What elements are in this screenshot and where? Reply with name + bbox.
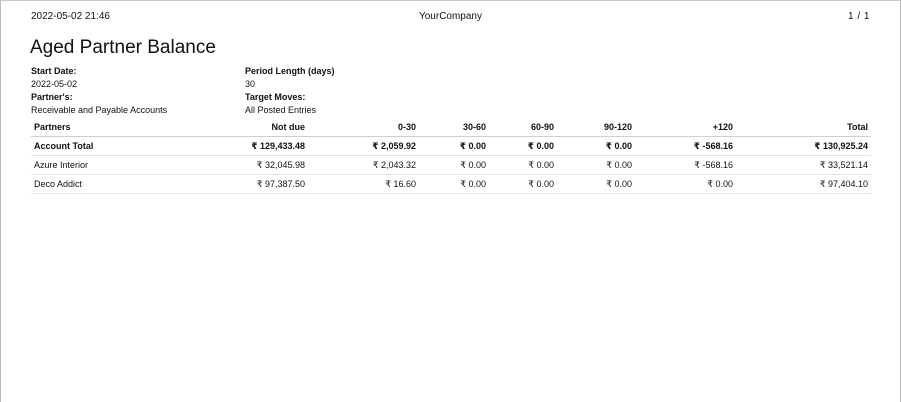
partner-name: Deco Addict [31, 174, 161, 194]
period-length-label: Period Length (days) [245, 66, 335, 76]
start-date-label: Start Date: [31, 66, 77, 76]
filters-left-column: Start Date: 2022-05-02 Partner's: Receiv… [31, 65, 167, 117]
column-header-partners: Partners [31, 118, 161, 137]
bucket-60-90-cell: ₹ 0.00 [489, 174, 557, 194]
bucket-90-120-cell: ₹ 0.00 [557, 136, 635, 156]
bucket-90-120-cell: ₹ 0.00 [557, 155, 635, 175]
not-due-cell: ₹ 97,387.50 [161, 174, 308, 194]
bucket-0-30-cell: ₹ 16.60 [308, 174, 419, 194]
column-header-over-120: +120 [635, 118, 736, 137]
column-header-60-90: 60-90 [489, 118, 557, 137]
period-length-value: 30 [245, 79, 256, 89]
partner-name: Account Total [31, 136, 161, 156]
bucket-0-30-cell: ₹ 2,059.92 [308, 136, 419, 156]
bucket-over-120-cell: ₹ -568.16 [635, 155, 736, 175]
column-header-total: Total [736, 118, 871, 137]
bucket-over-120-cell: ₹ 0.00 [635, 174, 736, 194]
filters-right-column: Period Length (days) 30 Target Moves: Al… [245, 65, 335, 117]
table-row: Deco Addict ₹ 97,387.50 ₹ 16.60 ₹ 0.00 ₹… [31, 174, 871, 194]
aged-balance-table: Partners Not due 0-30 30-60 60-90 90-120… [31, 118, 871, 194]
bucket-30-60-cell: ₹ 0.00 [419, 155, 489, 175]
column-header-30-60: 30-60 [419, 118, 489, 137]
page-header: 2022-05-02 21:46 YourCompany 1 / 1 [31, 11, 870, 25]
page-number: 1 / 1 [848, 11, 870, 22]
bucket-30-60-cell: ₹ 0.00 [419, 136, 489, 156]
total-cell: ₹ 130,925.24 [736, 136, 871, 156]
bucket-60-90-cell: ₹ 0.00 [489, 136, 557, 156]
column-header-90-120: 90-120 [557, 118, 635, 137]
bucket-over-120-cell: ₹ -568.16 [635, 136, 736, 156]
target-moves-value: All Posted Entries [245, 105, 317, 115]
bucket-60-90-cell: ₹ 0.00 [489, 155, 557, 175]
table-header-row: Partners Not due 0-30 30-60 60-90 90-120… [31, 118, 871, 137]
target-moves-label: Target Moves: [245, 92, 306, 102]
partners-value: Receivable and Payable Accounts [31, 105, 168, 115]
account-total-row: Account Total ₹ 129,433.48 ₹ 2,059.92 ₹ … [31, 136, 871, 156]
not-due-cell: ₹ 32,045.98 [161, 155, 308, 175]
column-header-not-due: Not due [161, 118, 308, 137]
not-due-cell: ₹ 129,433.48 [161, 136, 308, 156]
total-cell: ₹ 97,404.10 [736, 174, 871, 194]
total-cell: ₹ 33,521.14 [736, 155, 871, 175]
report-page: 2022-05-02 21:46 YourCompany 1 / 1 Aged … [0, 0, 901, 402]
table-row: Azure Interior ₹ 32,045.98 ₹ 2,043.32 ₹ … [31, 155, 871, 175]
column-header-0-30: 0-30 [308, 118, 419, 137]
partners-label: Partner's: [31, 92, 73, 102]
report-title: Aged Partner Balance [30, 37, 216, 58]
partner-name: Azure Interior [31, 155, 161, 175]
bucket-0-30-cell: ₹ 2,043.32 [308, 155, 419, 175]
bucket-90-120-cell: ₹ 0.00 [557, 174, 635, 194]
start-date-value: 2022-05-02 [31, 79, 78, 89]
bucket-30-60-cell: ₹ 0.00 [419, 174, 489, 194]
company-name: YourCompany [418, 11, 482, 22]
